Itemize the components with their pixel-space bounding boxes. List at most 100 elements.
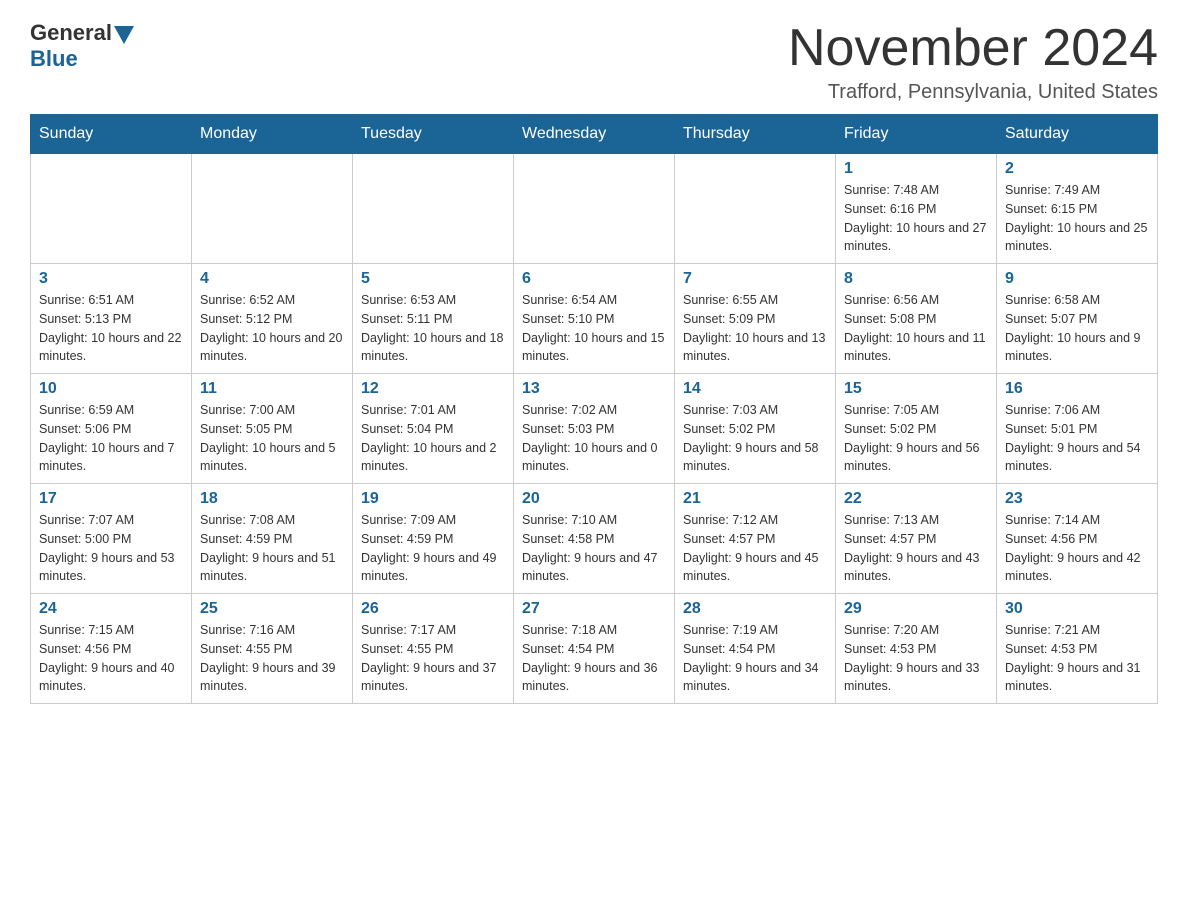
- col-sunday: Sunday: [31, 115, 192, 154]
- cell-week3-day4: 13 Sunrise: 7:02 AMSunset: 5:03 PMDayligh…: [514, 374, 675, 484]
- cell-week3-day3: 12Sunrise: 7:01 AMSunset: 5:04 PMDayligh…: [353, 374, 514, 484]
- cell-week2-day4: 6 Sunrise: 6:54 AMSunset: 5:10 PMDaylight…: [514, 264, 675, 374]
- day-info: Sunrise: 6:51 AMSunset: 5:13 PMDaylight:…: [39, 291, 183, 366]
- logo-arrow-icon: [114, 26, 134, 44]
- cell-week5-day6: 29 Sunrise: 7:20 AMSunset: 4:53 PMDayligh…: [836, 594, 997, 704]
- day-number: 26: [361, 600, 505, 618]
- logo: General Blue: [30, 20, 134, 72]
- day-info: Sunrise: 7:13 AMSunset: 4:57 PMDaylight:…: [844, 511, 988, 586]
- day-info: Sunrise: 6:52 AMSunset: 5:12 PMDaylight:…: [200, 291, 344, 366]
- location-title: Trafford, Pennsylvania, United States: [788, 81, 1158, 104]
- col-tuesday: Tuesday: [353, 115, 514, 154]
- day-info: Sunrise: 7:00 AMSunset: 5:05 PMDaylight:…: [200, 401, 344, 476]
- day-number: 7: [683, 270, 827, 288]
- cell-week3-day6: 15 Sunrise: 7:05 AMSunset: 5:02 PMDayligh…: [836, 374, 997, 484]
- day-number: 25: [200, 600, 344, 618]
- day-info: Sunrise: 7:03 AMSunset: 5:02 PMDaylight:…: [683, 401, 827, 476]
- cell-week1-day3: [353, 154, 514, 264]
- day-number: 15: [844, 380, 988, 398]
- day-info: Sunrise: 6:54 AMSunset: 5:10 PMDaylight:…: [522, 291, 666, 366]
- day-number: 20: [522, 490, 666, 508]
- day-info: Sunrise: 7:09 AMSunset: 4:59 PMDaylight:…: [361, 511, 505, 586]
- day-info: Sunrise: 7:18 AMSunset: 4:54 PMDaylight:…: [522, 621, 666, 696]
- calendar-header-row: Sunday Monday Tuesday Wednesday Thursday…: [31, 115, 1158, 154]
- day-number: 9: [1005, 270, 1149, 288]
- cell-week5-day3: 26 Sunrise: 7:17 AMSunset: 4:55 PMDayligh…: [353, 594, 514, 704]
- cell-week2-day2: 4Sunrise: 6:52 AMSunset: 5:12 PMDaylight…: [192, 264, 353, 374]
- day-number: 19: [361, 490, 505, 508]
- day-number: 30: [1005, 600, 1149, 618]
- calendar-table: Sunday Monday Tuesday Wednesday Thursday…: [30, 114, 1158, 704]
- col-friday: Friday: [836, 115, 997, 154]
- week-row-3: 10 Sunrise: 6:59 AMSunset: 5:06 PMDayligh…: [31, 374, 1158, 484]
- day-info: Sunrise: 7:14 AMSunset: 4:56 PMDaylight:…: [1005, 511, 1149, 586]
- day-info: Sunrise: 7:12 AMSunset: 4:57 PMDaylight:…: [683, 511, 827, 586]
- day-number: 21: [683, 490, 827, 508]
- day-number: 13: [522, 380, 666, 398]
- col-monday: Monday: [192, 115, 353, 154]
- week-row-2: 3 Sunrise: 6:51 AMSunset: 5:13 PMDaylight…: [31, 264, 1158, 374]
- day-info: Sunrise: 7:49 AMSunset: 6:15 PMDaylight:…: [1005, 181, 1149, 256]
- month-title: November 2024: [788, 20, 1158, 77]
- cell-week1-day6: 1 Sunrise: 7:48 AMSunset: 6:16 PMDaylight…: [836, 154, 997, 264]
- cell-week4-day4: 20 Sunrise: 7:10 AMSunset: 4:58 PMDayligh…: [514, 484, 675, 594]
- day-info: Sunrise: 7:20 AMSunset: 4:53 PMDaylight:…: [844, 621, 988, 696]
- page-header: General Blue November 2024 Trafford, Pen…: [30, 20, 1158, 104]
- cell-week4-day2: 18Sunrise: 7:08 AMSunset: 4:59 PMDayligh…: [192, 484, 353, 594]
- day-info: Sunrise: 7:19 AMSunset: 4:54 PMDaylight:…: [683, 621, 827, 696]
- col-wednesday: Wednesday: [514, 115, 675, 154]
- cell-week5-day4: 27 Sunrise: 7:18 AMSunset: 4:54 PMDayligh…: [514, 594, 675, 704]
- cell-week1-day2: [192, 154, 353, 264]
- day-info: Sunrise: 6:53 AMSunset: 5:11 PMDaylight:…: [361, 291, 505, 366]
- day-info: Sunrise: 7:16 AMSunset: 4:55 PMDaylight:…: [200, 621, 344, 696]
- day-info: Sunrise: 7:07 AMSunset: 5:00 PMDaylight:…: [39, 511, 183, 586]
- logo-blue-text: Blue: [30, 46, 78, 72]
- title-section: November 2024 Trafford, Pennsylvania, Un…: [788, 20, 1158, 104]
- day-info: Sunrise: 7:10 AMSunset: 4:58 PMDaylight:…: [522, 511, 666, 586]
- day-info: Sunrise: 6:55 AMSunset: 5:09 PMDaylight:…: [683, 291, 827, 366]
- day-number: 6: [522, 270, 666, 288]
- cell-week4-day3: 19 Sunrise: 7:09 AMSunset: 4:59 PMDayligh…: [353, 484, 514, 594]
- day-number: 16: [1005, 380, 1149, 398]
- day-info: Sunrise: 6:56 AMSunset: 5:08 PMDaylight:…: [844, 291, 988, 366]
- cell-week2-day5: 7 Sunrise: 6:55 AMSunset: 5:09 PMDaylight…: [675, 264, 836, 374]
- logo-general-text: General: [30, 20, 112, 46]
- cell-week1-day7: 2 Sunrise: 7:49 AMSunset: 6:15 PMDaylight…: [997, 154, 1158, 264]
- cell-week5-day2: 25 Sunrise: 7:16 AMSunset: 4:55 PMDayligh…: [192, 594, 353, 704]
- day-info: Sunrise: 7:21 AMSunset: 4:53 PMDaylight:…: [1005, 621, 1149, 696]
- day-info: Sunrise: 7:15 AMSunset: 4:56 PMDaylight:…: [39, 621, 183, 696]
- day-info: Sunrise: 7:48 AMSunset: 6:16 PMDaylight:…: [844, 181, 988, 256]
- cell-week3-day2: 11Sunrise: 7:00 AMSunset: 5:05 PMDayligh…: [192, 374, 353, 484]
- day-info: Sunrise: 6:58 AMSunset: 5:07 PMDaylight:…: [1005, 291, 1149, 366]
- day-number: 14: [683, 380, 827, 398]
- day-number: 17: [39, 490, 183, 508]
- cell-week1-day5: [675, 154, 836, 264]
- cell-week4-day6: 22 Sunrise: 7:13 AMSunset: 4:57 PMDayligh…: [836, 484, 997, 594]
- col-saturday: Saturday: [997, 115, 1158, 154]
- col-thursday: Thursday: [675, 115, 836, 154]
- day-info: Sunrise: 6:59 AMSunset: 5:06 PMDaylight:…: [39, 401, 183, 476]
- cell-week4-day1: 17 Sunrise: 7:07 AMSunset: 5:00 PMDayligh…: [31, 484, 192, 594]
- day-number: 23: [1005, 490, 1149, 508]
- week-row-5: 24 Sunrise: 7:15 AMSunset: 4:56 PMDayligh…: [31, 594, 1158, 704]
- day-info: Sunrise: 7:02 AMSunset: 5:03 PMDaylight:…: [522, 401, 666, 476]
- day-number: 22: [844, 490, 988, 508]
- day-info: Sunrise: 7:08 AMSunset: 4:59 PMDaylight:…: [200, 511, 344, 586]
- day-info: Sunrise: 7:17 AMSunset: 4:55 PMDaylight:…: [361, 621, 505, 696]
- day-number: 1: [844, 160, 988, 178]
- cell-week5-day5: 28Sunrise: 7:19 AMSunset: 4:54 PMDayligh…: [675, 594, 836, 704]
- cell-week3-day7: 16Sunrise: 7:06 AMSunset: 5:01 PMDayligh…: [997, 374, 1158, 484]
- day-number: 2: [1005, 160, 1149, 178]
- day-number: 27: [522, 600, 666, 618]
- day-number: 24: [39, 600, 183, 618]
- day-number: 3: [39, 270, 183, 288]
- cell-week5-day7: 30 Sunrise: 7:21 AMSunset: 4:53 PMDayligh…: [997, 594, 1158, 704]
- day-info: Sunrise: 7:05 AMSunset: 5:02 PMDaylight:…: [844, 401, 988, 476]
- cell-week4-day7: 23 Sunrise: 7:14 AMSunset: 4:56 PMDayligh…: [997, 484, 1158, 594]
- cell-week3-day5: 14 Sunrise: 7:03 AMSunset: 5:02 PMDayligh…: [675, 374, 836, 484]
- day-number: 12: [361, 380, 505, 398]
- day-number: 10: [39, 380, 183, 398]
- day-number: 29: [844, 600, 988, 618]
- day-number: 8: [844, 270, 988, 288]
- cell-week2-day6: 8 Sunrise: 6:56 AMSunset: 5:08 PMDaylight…: [836, 264, 997, 374]
